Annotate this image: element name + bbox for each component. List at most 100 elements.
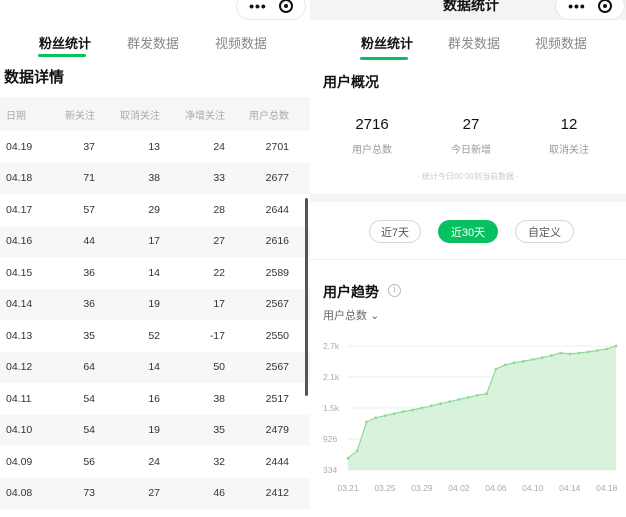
stats-note: · 统计今日00:00到当前数据 · xyxy=(417,172,519,181)
cell-date: 04.09 xyxy=(6,455,33,468)
x-tick-label: 04.14 xyxy=(559,483,581,493)
cell-net-follow: 32 xyxy=(213,455,225,468)
x-tick-label: 04.10 xyxy=(522,483,544,493)
trend-point xyxy=(402,410,405,413)
trend-point xyxy=(476,393,479,397)
fans-detail-panel: ••• 粉丝统计 群发数据 视频数据 数据详情 日期 新关注 取消关注 净增关注… xyxy=(0,0,310,517)
stat-total-users: 2716 用户总数 xyxy=(327,116,417,156)
table-body: 04.19 37 13 24 2701 04.18 71 38 33 2677 04.17 57 29 2… xyxy=(0,131,310,509)
target-circle-icon[interactable] xyxy=(597,0,612,13)
table-row: 04.16 44 17 27 2616 xyxy=(0,225,310,257)
table-row: 04.18 71 38 33 2677 xyxy=(0,162,310,194)
cell-net-follow: 50 xyxy=(213,361,225,374)
trend-point xyxy=(448,400,452,403)
y-tick-label: 2.1k xyxy=(323,372,340,382)
cell-net-follow: -17 xyxy=(209,329,225,342)
overview-title: 用户概况 xyxy=(323,74,379,90)
table-row: 04.11 54 16 38 2517 xyxy=(0,383,310,415)
cell-net-follow: 38 xyxy=(213,392,225,405)
table-row: 04.08 73 27 46 2412 xyxy=(0,477,310,509)
x-tick-label: 03.25 xyxy=(374,483,396,493)
col-new-follow: 新关注 xyxy=(65,110,95,122)
x-tick-label: 03.29 xyxy=(411,483,433,493)
cell-new-follow: 44 xyxy=(83,235,95,248)
cell-total-users: 2616 xyxy=(265,235,289,248)
more-dots-icon[interactable]: ••• xyxy=(249,0,267,13)
x-tick-label: 04.02 xyxy=(448,483,470,493)
cell-unfollow: 19 xyxy=(148,298,160,311)
divider xyxy=(310,259,626,260)
trend-point xyxy=(568,352,572,356)
info-circle-icon[interactable]: i xyxy=(388,284,401,297)
user-trend-chart: 334 926 1.5k 2.1k 2.7k 03.21 03.25 03.29 04.02 04… xyxy=(323,341,618,493)
table-scrollbar[interactable] xyxy=(305,198,308,396)
cell-total-users: 2567 xyxy=(265,361,289,374)
cell-total-users: 2701 xyxy=(265,140,289,153)
table-row: 04.15 36 14 22 2589 xyxy=(0,257,310,289)
trend-point xyxy=(549,354,553,357)
more-dots-icon[interactable]: ••• xyxy=(568,0,586,13)
y-tick-label: 1.5k xyxy=(323,403,340,413)
cell-new-follow: 36 xyxy=(83,298,95,311)
trend-point xyxy=(577,351,581,355)
cell-date: 04.10 xyxy=(6,424,33,437)
cell-new-follow: 35 xyxy=(83,329,95,342)
tab-video-data[interactable]: 视频数据 xyxy=(215,33,267,52)
active-tab-underline xyxy=(38,54,86,57)
y-tick-label: 2.7k xyxy=(323,341,340,351)
trend-point xyxy=(586,350,590,354)
cell-net-follow: 28 xyxy=(213,203,225,216)
range-30-days-button[interactable]: 近30天 xyxy=(438,220,498,243)
miniprogram-capsule-right[interactable]: ••• xyxy=(555,0,625,20)
cell-unfollow: 13 xyxy=(148,140,160,153)
cell-net-follow: 46 xyxy=(213,487,225,500)
miniprogram-capsule[interactable]: ••• xyxy=(236,0,306,20)
table-row: 04.17 57 29 28 2644 xyxy=(0,194,310,226)
cell-total-users: 2567 xyxy=(265,298,289,311)
range-7-days-button[interactable]: 近7天 xyxy=(369,220,421,243)
trend-point xyxy=(457,398,461,401)
cell-date: 04.19 xyxy=(6,140,33,153)
trend-point xyxy=(365,420,368,424)
trend-point xyxy=(605,347,609,351)
cell-total-users: 2412 xyxy=(265,487,289,500)
metric-select-label: 用户总数 xyxy=(323,310,367,322)
cell-unfollow: 24 xyxy=(148,455,160,468)
cell-net-follow: 27 xyxy=(213,235,225,248)
trend-point xyxy=(420,406,424,410)
x-tick-label: 04.06 xyxy=(485,483,507,493)
cell-new-follow: 73 xyxy=(83,487,95,500)
stat-label: 用户总数 xyxy=(352,145,392,156)
metric-select-dropdown[interactable]: 用户总数 ⌄ xyxy=(323,307,379,323)
tab-fans-stats[interactable]: 粉丝统计 xyxy=(361,33,413,52)
cell-unfollow: 16 xyxy=(148,392,160,405)
table-row: 04.19 37 13 24 2701 xyxy=(0,131,310,163)
cell-total-users: 2644 xyxy=(265,203,289,216)
user-trend-card: 近7天 近30天 自定义 用户趋势 i 用户总数 ⌄ 334 926 1.5k 2.1… xyxy=(310,202,626,517)
trend-point xyxy=(439,402,442,406)
cell-unfollow: 14 xyxy=(148,266,160,279)
col-unfollow: 取消关注 xyxy=(120,110,160,122)
cell-date: 04.11 xyxy=(6,392,32,405)
cell-date: 04.15 xyxy=(6,266,33,279)
trend-point xyxy=(346,456,350,460)
target-circle-icon[interactable] xyxy=(278,0,293,13)
y-tick-label: 334 xyxy=(323,465,337,475)
trend-title: 用户趋势 xyxy=(323,284,379,300)
tab-broadcast-data[interactable]: 群发数据 xyxy=(448,33,500,52)
table-row: 04.09 56 24 32 2444 xyxy=(0,446,310,478)
section-title: 数据详情 xyxy=(4,69,65,86)
range-custom-button[interactable]: 自定义 xyxy=(515,220,574,243)
cell-new-follow: 64 xyxy=(83,361,95,374)
stat-unfollow: 12 取消关注 xyxy=(524,116,614,156)
tab-video-data[interactable]: 视频数据 xyxy=(535,33,587,52)
cell-unfollow: 19 xyxy=(148,424,160,437)
cell-date: 04.12 xyxy=(6,361,33,374)
tab-fans-stats[interactable]: 粉丝统计 xyxy=(39,33,91,52)
right-tab-bar: 粉丝统计 群发数据 视频数据 xyxy=(310,20,626,64)
trend-point xyxy=(392,412,396,415)
trend-point xyxy=(494,367,498,371)
tab-broadcast-data[interactable]: 群发数据 xyxy=(127,33,179,52)
trend-point xyxy=(355,449,359,453)
trend-point xyxy=(614,344,618,348)
